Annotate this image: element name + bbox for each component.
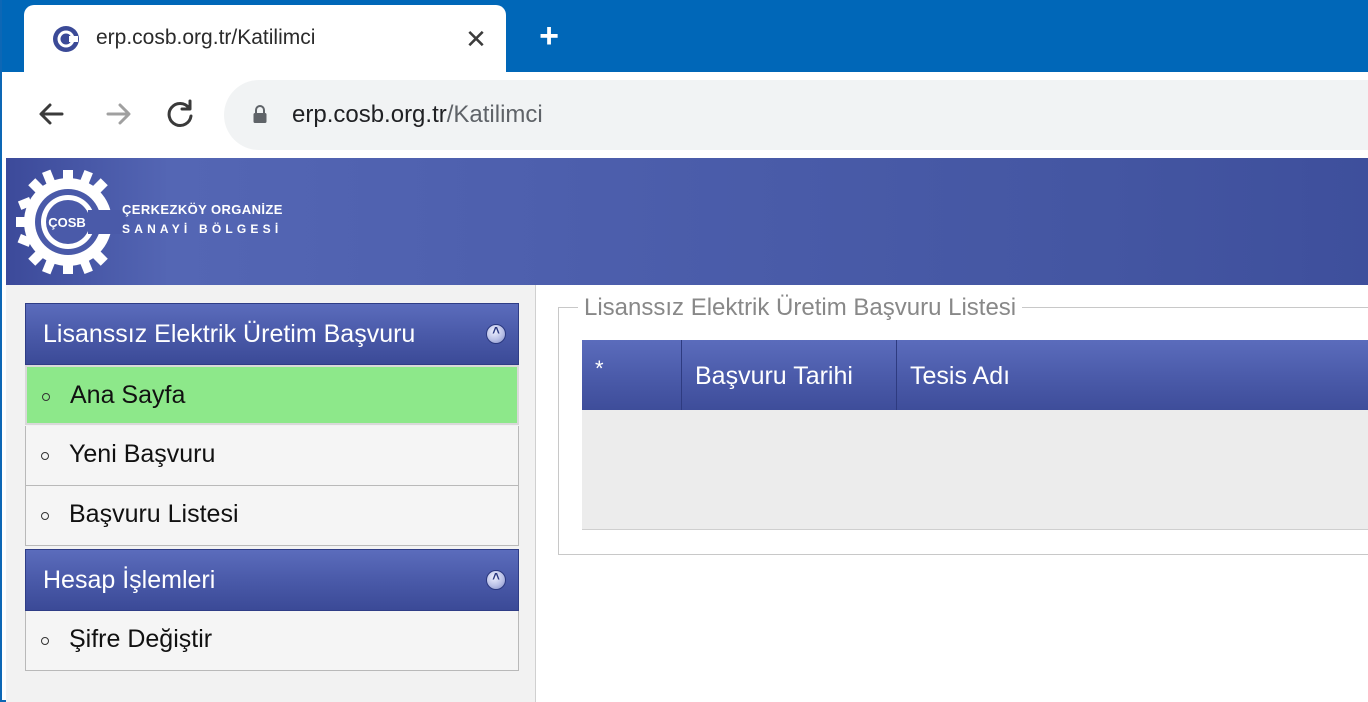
- lock-icon: [253, 105, 267, 123]
- column-header-tesis-adi[interactable]: Tesis Adı: [897, 340, 1368, 410]
- browser-window: erp.cosb.org.tr/Katilimci ✕ + erp.cosb.o…: [0, 0, 1368, 702]
- reload-icon[interactable]: [160, 94, 200, 134]
- logo-name-line2: SANAYİ BÖLGESİ: [122, 222, 283, 236]
- sidebar-item-label: Şifre Değiştir: [69, 625, 213, 653]
- column-header-select[interactable]: *: [582, 340, 682, 410]
- sidebar-item-label: Ana Sayfa: [70, 381, 186, 409]
- panel-header-lisanssiz[interactable]: Lisanssız Elektrik Üretim Başvuru ˄: [25, 303, 519, 365]
- logo-badge-text: ÇOSB: [48, 215, 86, 230]
- sidebar-item-sifre-degistir[interactable]: Şifre Değiştir: [25, 611, 519, 671]
- url-path: /Katilimci: [446, 101, 543, 128]
- column-header-basvuru-tarihi[interactable]: Başvuru Tarihi: [682, 340, 897, 410]
- sidebar: Lisanssız Elektrik Üretim Başvuru ˄ Ana …: [6, 285, 536, 702]
- bullet-icon: [42, 393, 50, 401]
- bullet-icon: [41, 637, 49, 645]
- url-text: erp.cosb.org.tr/Katilimci: [292, 101, 543, 129]
- bullet-icon: [41, 452, 49, 460]
- url-host: erp.cosb.org.tr: [292, 101, 447, 128]
- browser-tab[interactable]: erp.cosb.org.tr/Katilimci ✕: [24, 5, 506, 72]
- sidebar-item-yeni-basvuru[interactable]: Yeni Başvuru: [25, 426, 519, 486]
- page-content: Lisanssız Elektrik Üretim Başvuru ˄ Ana …: [6, 285, 1368, 702]
- panel-title: Lisanssız Elektrik Üretim Başvuru: [43, 320, 416, 348]
- panel-title: Hesap İşlemleri: [43, 566, 216, 594]
- back-arrow-icon[interactable]: [32, 94, 72, 134]
- panel-header-hesap-islemleri[interactable]: Hesap İşlemleri ˄: [25, 549, 519, 611]
- cosb-logo[interactable]: ÇOSB: [16, 166, 126, 278]
- new-tab-button[interactable]: +: [532, 17, 566, 55]
- sidebar-item-label: Başvuru Listesi: [69, 500, 239, 528]
- sidebar-item-ana-sayfa[interactable]: Ana Sayfa: [25, 365, 519, 425]
- bullet-icon: [41, 512, 49, 520]
- collapse-icon[interactable]: ˄: [486, 323, 506, 344]
- tab-title: erp.cosb.org.tr/Katilimci: [96, 26, 316, 49]
- column-label: Başvuru Tarihi: [695, 362, 853, 390]
- logo-name-line1: ÇERKEZKÖY ORGANİZE: [122, 202, 283, 217]
- tab-strip: erp.cosb.org.tr/Katilimci ✕ +: [2, 0, 1368, 72]
- sidebar-item-label: Yeni Başvuru: [69, 440, 216, 468]
- site-header: ÇOSB ÇERKEZKÖY ORGANİZE SANAYİ BÖLGESİ: [6, 158, 1368, 285]
- fieldset-legend: Lisanssız Elektrik Üretim Başvuru Listes…: [578, 294, 1023, 322]
- application-grid: * Başvuru Tarihi Tesis Adı: [582, 340, 1368, 530]
- column-label: *: [595, 356, 604, 381]
- collapse-icon[interactable]: ˄: [486, 569, 506, 590]
- address-bar[interactable]: erp.cosb.org.tr/Katilimci: [224, 80, 1368, 150]
- sidebar-item-basvuru-listesi[interactable]: Başvuru Listesi: [25, 486, 519, 546]
- grid-header: * Başvuru Tarihi Tesis Adı: [582, 340, 1368, 410]
- close-tab-icon[interactable]: ✕: [461, 22, 491, 56]
- column-label: Tesis Adı: [910, 362, 1011, 390]
- forward-arrow-icon[interactable]: [98, 94, 138, 134]
- browser-toolbar: erp.cosb.org.tr/Katilimci: [2, 72, 1368, 158]
- cosb-favicon-icon: [53, 26, 79, 52]
